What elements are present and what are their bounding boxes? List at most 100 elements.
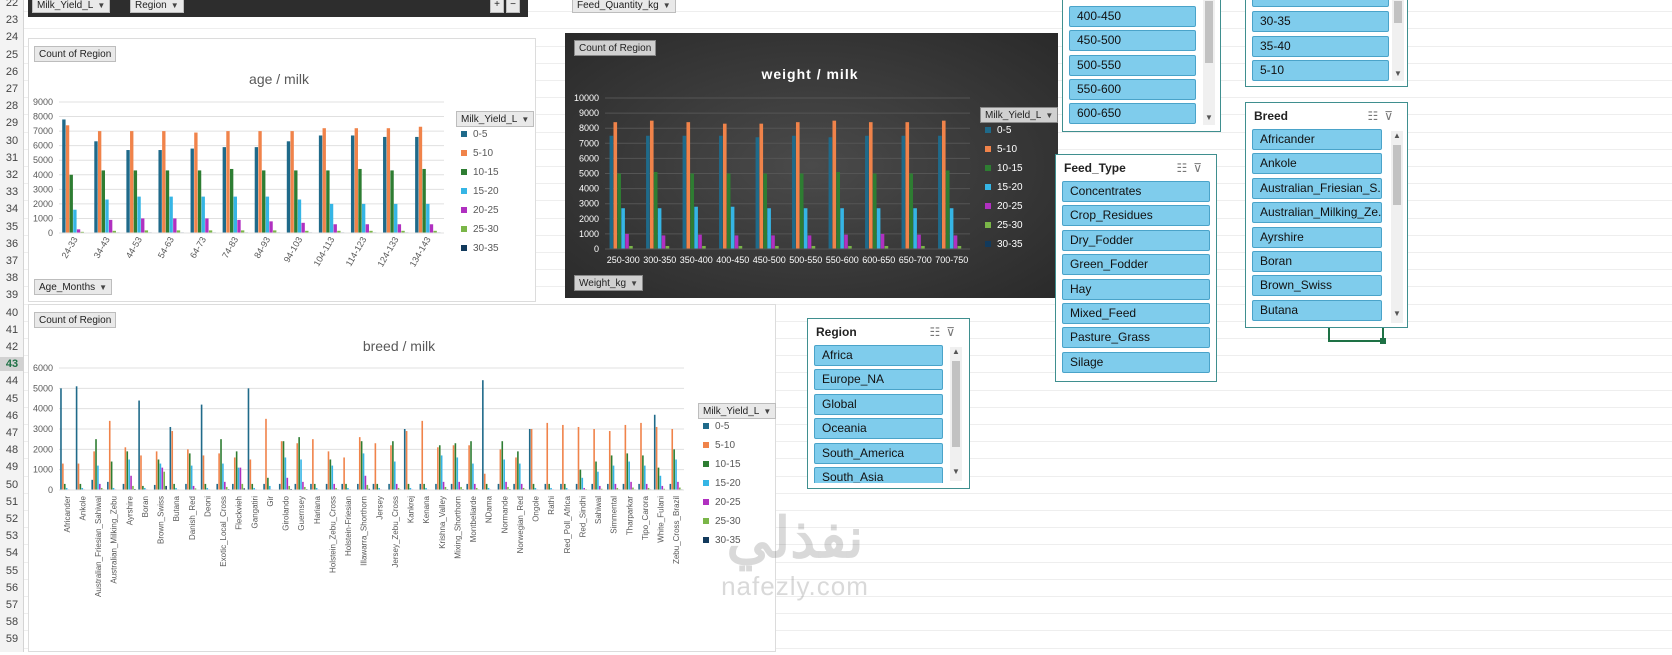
legend-item[interactable]: 0-5	[461, 129, 487, 140]
bar[interactable]	[234, 197, 237, 233]
count-of-region-button[interactable]: Count of Region	[34, 312, 116, 328]
bar[interactable]	[677, 482, 679, 490]
row-number[interactable]: 41	[0, 323, 24, 337]
region-field-button[interactable]: Region▼	[130, 0, 184, 13]
bar[interactable]	[597, 472, 599, 490]
bar[interactable]	[78, 464, 80, 490]
slicer-item[interactable]: 5-10	[1252, 60, 1389, 81]
region-slicer[interactable]: Region ☷⊽ AfricaEurope_NAGlobalOceaniaSo…	[807, 318, 970, 489]
bar[interactable]	[130, 476, 132, 490]
selection-handle[interactable]	[1328, 328, 1384, 342]
scrollbar-thumb[interactable]	[1393, 145, 1401, 205]
bar[interactable]	[422, 169, 425, 233]
bar[interactable]	[398, 224, 401, 233]
bar[interactable]	[938, 136, 942, 249]
bar[interactable]	[396, 484, 398, 490]
bar[interactable]	[166, 170, 169, 233]
bar[interactable]	[162, 131, 165, 233]
bar[interactable]	[658, 208, 662, 249]
bar[interactable]	[156, 451, 158, 490]
bar[interactable]	[562, 425, 564, 490]
bar[interactable]	[141, 218, 144, 233]
slicer-item[interactable]: Hay	[1062, 279, 1210, 300]
bar[interactable]	[173, 484, 175, 490]
bar[interactable]	[650, 121, 654, 249]
bar[interactable]	[954, 235, 958, 249]
milk-yield-legend-field-button[interactable]: Milk_Yield_L▼	[698, 403, 776, 419]
bar[interactable]	[644, 466, 646, 490]
bar[interactable]	[455, 443, 457, 490]
bar[interactable]	[869, 122, 873, 249]
bar[interactable]	[367, 485, 369, 490]
row-number[interactable]: 33	[0, 185, 24, 199]
bar[interactable]	[531, 429, 533, 490]
age-milk-chart[interactable]: Count of Region age / milk 0100020003000…	[28, 38, 536, 302]
bar[interactable]	[331, 466, 333, 490]
row-number[interactable]: 44	[0, 374, 24, 388]
row-number[interactable]: 47	[0, 426, 24, 440]
bar[interactable]	[426, 204, 429, 233]
chevron-down-icon[interactable]: ▼	[1203, 113, 1215, 122]
bar[interactable]	[95, 439, 97, 490]
legend-item[interactable]: 30-35	[461, 243, 499, 254]
slicer-item[interactable]: Oceania	[814, 418, 943, 439]
slicer-item[interactable]: 550-600	[1069, 79, 1196, 100]
bar[interactable]	[326, 484, 328, 490]
bar[interactable]	[142, 486, 144, 490]
bar[interactable]	[165, 486, 167, 490]
row-number[interactable]: 37	[0, 254, 24, 268]
bar[interactable]	[328, 451, 330, 490]
row-number[interactable]: 40	[0, 306, 24, 320]
bar[interactable]	[343, 457, 345, 490]
row-number[interactable]: 22	[0, 0, 24, 10]
clear-filter-icon[interactable]: ⊽	[1193, 161, 1208, 175]
row-number[interactable]: 42	[0, 340, 24, 354]
row-number[interactable]: 27	[0, 82, 24, 96]
bar[interactable]	[625, 234, 629, 249]
bar[interactable]	[123, 484, 125, 490]
bar[interactable]	[76, 386, 78, 490]
bar[interactable]	[358, 169, 361, 233]
legend-item[interactable]: 0-5	[703, 421, 729, 432]
row-number[interactable]: 25	[0, 48, 24, 62]
bar[interactable]	[281, 441, 283, 490]
legend-item[interactable]: 15-20	[461, 186, 499, 197]
bar[interactable]	[250, 460, 252, 491]
bar[interactable]	[529, 429, 531, 490]
row-number[interactable]: 46	[0, 409, 24, 423]
bar[interactable]	[611, 455, 613, 490]
bar[interactable]	[373, 484, 375, 490]
breed-slicer-scrollbar[interactable]: ▲ ▼	[1391, 131, 1403, 323]
row-number[interactable]: 58	[0, 615, 24, 629]
bar[interactable]	[610, 136, 614, 249]
selection-corner-handle[interactable]	[1380, 338, 1386, 344]
bar[interactable]	[102, 170, 105, 233]
bar[interactable]	[421, 421, 423, 490]
expand-button[interactable]: +	[490, 0, 504, 13]
bar[interactable]	[415, 137, 418, 233]
bar[interactable]	[310, 484, 312, 490]
bar[interactable]	[560, 484, 562, 490]
slicer-item[interactable]: Australian_Milking_Ze...	[1252, 202, 1382, 223]
bar[interactable]	[576, 484, 578, 490]
bar[interactable]	[767, 208, 771, 249]
bar[interactable]	[808, 235, 812, 249]
bar[interactable]	[255, 147, 258, 233]
slicer-item[interactable]: Africa	[814, 345, 943, 366]
bar[interactable]	[137, 197, 140, 233]
bar[interactable]	[355, 128, 358, 233]
bar[interactable]	[222, 464, 224, 490]
bar[interactable]	[420, 484, 422, 490]
bar[interactable]	[134, 170, 137, 233]
bar[interactable]	[376, 484, 378, 490]
bar[interactable]	[406, 431, 408, 490]
bar[interactable]	[423, 484, 425, 490]
bar[interactable]	[453, 445, 455, 490]
bar[interactable]	[484, 474, 486, 490]
slicer-item[interactable]: 500-550	[1069, 55, 1196, 76]
bar[interactable]	[435, 484, 437, 490]
bar[interactable]	[593, 429, 595, 490]
bar[interactable]	[319, 135, 322, 233]
bar[interactable]	[482, 380, 484, 490]
bar[interactable]	[298, 437, 300, 490]
